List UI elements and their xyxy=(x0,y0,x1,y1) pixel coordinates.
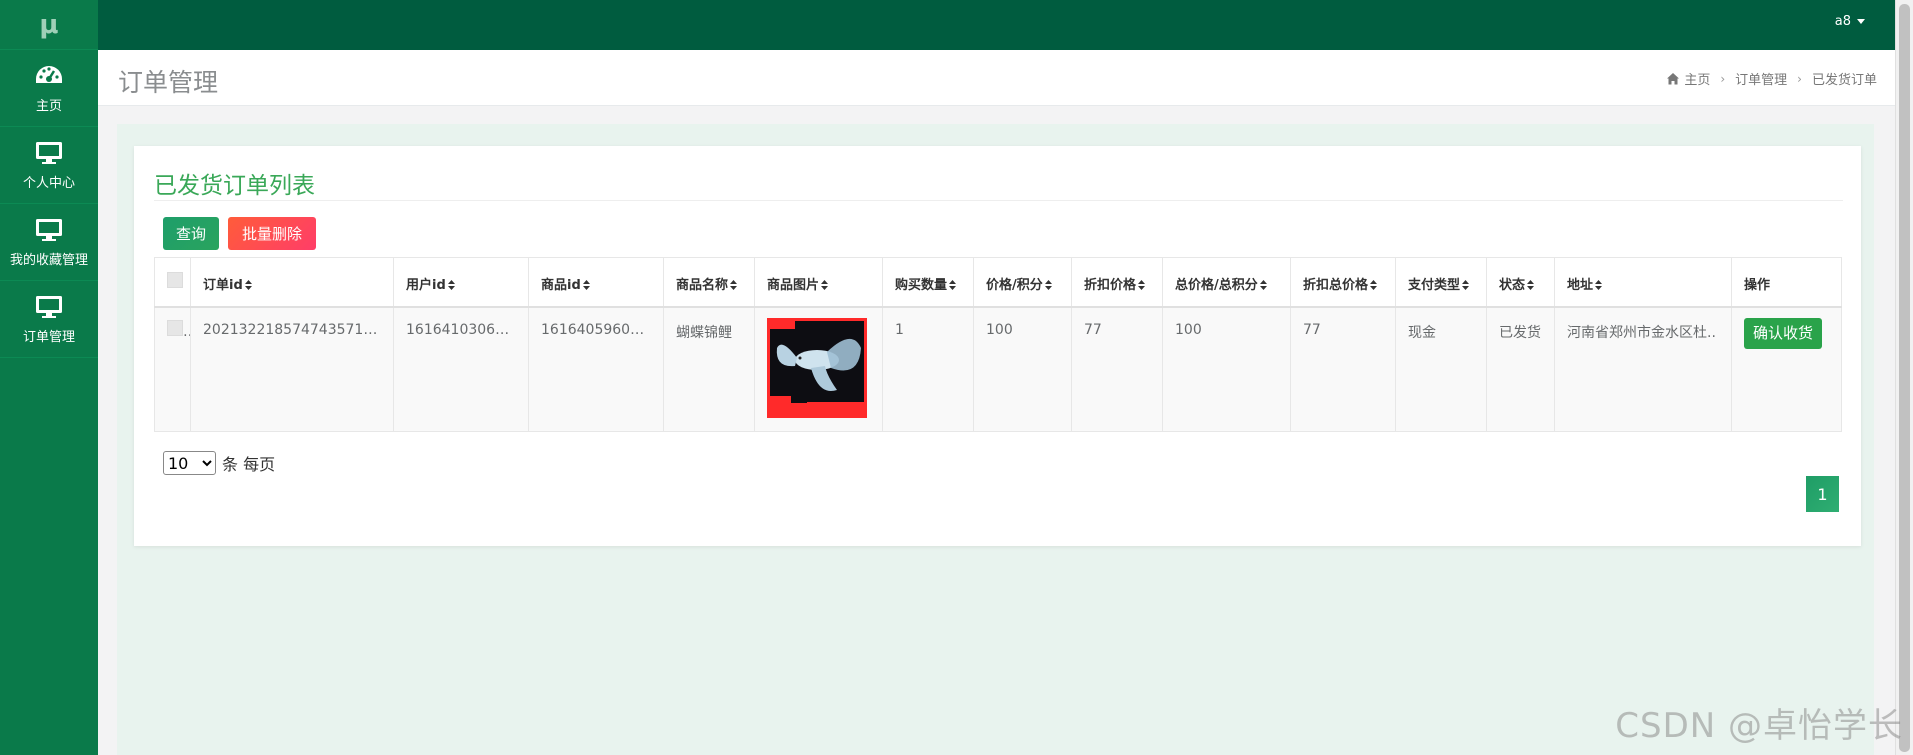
column-header[interactable]: 状态 xyxy=(1486,257,1555,308)
cell-quantity: 1 xyxy=(882,306,974,432)
sort-icon xyxy=(730,280,738,290)
column-header[interactable]: 商品id xyxy=(528,257,664,308)
vertical-scrollbar[interactable] xyxy=(1895,0,1913,755)
column-header[interactable]: 折扣价格 xyxy=(1071,257,1163,308)
sidebar-item-orders[interactable]: 订单管理 xyxy=(0,281,98,358)
sort-icon xyxy=(582,280,590,290)
content-area: 已发货订单列表 查询 批量删除 订单id 用户id 商品id 商品名称 商品图片… xyxy=(117,124,1874,755)
page-size-select[interactable]: 10 xyxy=(163,451,216,475)
column-header[interactable]: 购买数量 xyxy=(882,257,974,308)
sort-icon xyxy=(1527,280,1535,290)
column-header[interactable]: 折扣总价格 xyxy=(1290,257,1396,308)
page-title: 订单管理 xyxy=(118,68,219,97)
query-button[interactable]: 查询 xyxy=(163,217,219,250)
select-all-cell xyxy=(154,257,191,308)
breadcrumb-separator: › xyxy=(1797,71,1802,86)
page-size-control: 10 条 每页 xyxy=(163,451,275,475)
sort-icon xyxy=(1044,280,1052,290)
table-header-row: 订单id 用户id 商品id 商品名称 商品图片 购买数量 价格/积分 折扣价格… xyxy=(154,257,1842,308)
panel-title: 已发货订单列表 xyxy=(154,173,315,199)
sort-icon xyxy=(1595,280,1603,290)
cell-discount-price: 77 xyxy=(1071,306,1163,432)
breadcrumb: 主页 › 订单管理 › 已发货订单 xyxy=(1666,69,1877,88)
column-header[interactable]: 商品图片 xyxy=(754,257,883,308)
watermark: CSDN @卓怡学长 xyxy=(1615,706,1903,746)
sidebar-item-label: 订单管理 xyxy=(22,329,75,345)
breadcrumb-current: 已发货订单 xyxy=(1811,73,1877,88)
top-navbar: a8 xyxy=(98,0,1895,50)
sidebar-item-label: 我的收藏管理 xyxy=(9,252,88,268)
panel-divider xyxy=(154,200,1843,201)
cell-pay-type: 现金 xyxy=(1395,306,1487,432)
column-header[interactable]: 地址 xyxy=(1554,257,1732,308)
username: a8 xyxy=(1834,14,1851,29)
column-header[interactable]: 订单id xyxy=(190,257,394,308)
cell-order-id: 202132218574743571416 xyxy=(190,306,394,432)
column-header: 操作 xyxy=(1731,257,1842,308)
app-logo: μ xyxy=(0,0,98,50)
scrollbar-thumb[interactable] xyxy=(1899,4,1910,752)
order-list-panel: 已发货订单列表 查询 批量删除 订单id 用户id 商品id 商品名称 商品图片… xyxy=(134,146,1861,546)
batch-delete-button[interactable]: 批量删除 xyxy=(228,217,316,250)
sort-icon xyxy=(1138,280,1146,290)
confirm-receipt-button[interactable]: 确认收货 xyxy=(1744,317,1823,349)
monitor-icon xyxy=(34,294,64,320)
home-icon xyxy=(1667,73,1680,85)
row-select-cell xyxy=(154,306,191,432)
table-row: 202132218574743571416 1616410306795 1616… xyxy=(154,306,1842,432)
pagination-page-1[interactable]: 1 xyxy=(1806,476,1839,512)
monitor-icon xyxy=(34,217,64,243)
cell-action: 确认收货 xyxy=(1731,306,1842,432)
breadcrumb-separator: › xyxy=(1720,71,1726,86)
column-header[interactable]: 商品名称 xyxy=(663,257,755,308)
breadcrumb-orders[interactable]: 订单管理 xyxy=(1735,69,1787,88)
user-menu[interactable]: a8 xyxy=(1835,14,1865,29)
select-all-checkbox[interactable] xyxy=(167,272,183,288)
breadcrumb-home-label: 主页 xyxy=(1684,73,1711,88)
sort-icon xyxy=(949,280,957,290)
sort-icon xyxy=(821,280,829,290)
monitor-icon xyxy=(34,140,64,166)
cell-address: 河南省郑州市金水区杜.. xyxy=(1554,306,1732,432)
sidebar-item-favorites[interactable]: 我的收藏管理 xyxy=(0,204,98,281)
row-checkbox[interactable] xyxy=(167,319,183,336)
sort-icon xyxy=(244,280,252,290)
orders-table: 订单id 用户id 商品id 商品名称 商品图片 购买数量 价格/积分 折扣价格… xyxy=(154,257,1842,432)
page-header: 订单管理 主页 › 订单管理 › 已发货订单 xyxy=(98,50,1895,106)
sidebar-item-home[interactable]: 主页 xyxy=(0,50,98,127)
sort-icon xyxy=(1259,280,1267,290)
chevron-down-icon xyxy=(1857,19,1865,24)
column-header[interactable]: 支付类型 xyxy=(1395,257,1487,308)
product-thumbnail[interactable] xyxy=(767,317,867,418)
cell-discount-total: 77 xyxy=(1290,306,1396,432)
cell-product-id: 1616405960558 xyxy=(528,306,664,432)
sidebar-item-profile[interactable]: 个人中心 xyxy=(0,127,98,204)
cell-price: 100 xyxy=(973,306,1072,432)
breadcrumb-home[interactable]: 主页 xyxy=(1666,69,1710,88)
sidebar-item-label: 个人中心 xyxy=(22,175,75,191)
sort-icon xyxy=(447,280,455,290)
column-header[interactable]: 总价格/总积分 xyxy=(1162,257,1291,308)
cell-product-name: 蝴蝶锦鲤 xyxy=(663,306,755,432)
cell-product-image xyxy=(754,306,883,432)
sidebar: μ 主页 个人中心 我的收藏管理 订单管理 xyxy=(0,0,98,755)
column-header[interactable]: 价格/积分 xyxy=(973,257,1072,308)
column-header[interactable]: 用户id xyxy=(393,257,529,308)
cell-status: 已发货 xyxy=(1486,306,1555,432)
page-size-label: 条 每页 xyxy=(222,455,276,474)
sidebar-item-label: 主页 xyxy=(35,98,62,114)
dashboard-icon xyxy=(34,63,64,89)
cell-total-price: 100 xyxy=(1162,306,1291,432)
sort-icon xyxy=(1462,280,1470,290)
cell-user-id: 1616410306795 xyxy=(393,306,529,432)
sort-icon xyxy=(1370,280,1378,290)
